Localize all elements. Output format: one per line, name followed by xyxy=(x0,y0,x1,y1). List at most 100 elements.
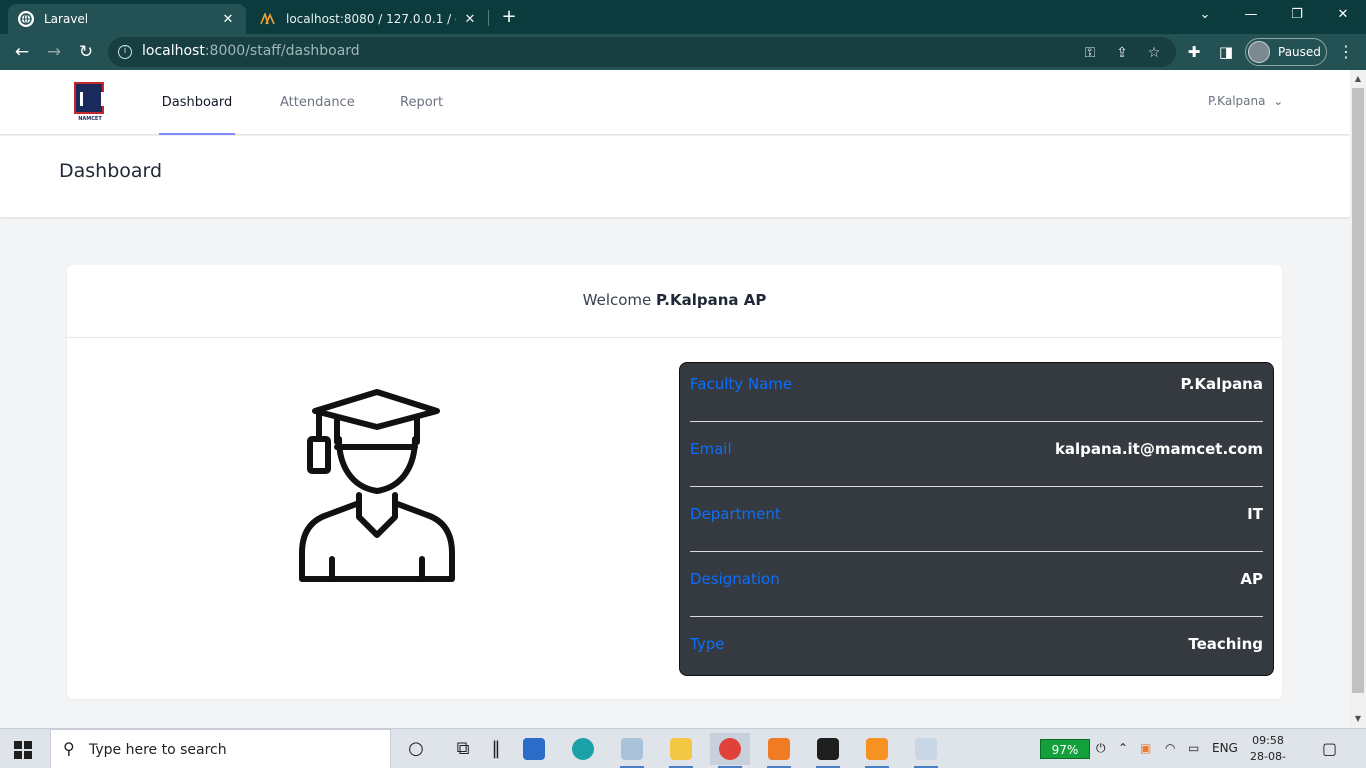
nav-report[interactable]: Report xyxy=(400,70,443,135)
logo-shield xyxy=(74,82,104,114)
search-placeholder: Type here to search xyxy=(89,742,227,758)
paint-icon[interactable] xyxy=(906,733,946,768)
menu-icon[interactable]: ⋮ xyxy=(1336,40,1356,64)
windows-taskbar: ⚲ Type here to search ○ ⧉ ‖ 97% ⏻ ⌃ ▣ ◠ … xyxy=(0,728,1366,768)
share-icon[interactable]: ⇪ xyxy=(1112,43,1132,63)
divider xyxy=(690,551,1263,552)
tab-title: localhost:8080 / 127.0.0.1 / erp | phpMy… xyxy=(286,12,456,26)
close-icon[interactable]: ✕ xyxy=(220,12,236,27)
welcome-header: Welcome P.Kalpana AP xyxy=(67,265,1282,338)
detail-label: Faculty Name xyxy=(690,375,793,393)
edge-icon[interactable] xyxy=(563,733,603,765)
windows-start-icon[interactable] xyxy=(14,741,32,759)
user-menu[interactable]: P.Kalpana ⌄ xyxy=(1208,94,1283,108)
detail-row-email: Email kalpana.it@mamcet.com xyxy=(690,428,1263,493)
detail-value: AP xyxy=(1240,570,1263,588)
taskbar-search[interactable]: ⚲ Type here to search xyxy=(50,729,391,768)
reload-icon[interactable]: ↻ xyxy=(74,40,98,64)
chevron-down-icon: ⌄ xyxy=(1273,94,1284,108)
detail-row-type: Type Teaching xyxy=(690,623,1263,688)
tab-phpmyadmin[interactable]: localhost:8080 / 127.0.0.1 / erp | phpMy… xyxy=(250,4,488,34)
clock-date: 28-08-2022 xyxy=(1250,750,1286,768)
forward-icon[interactable]: → xyxy=(42,40,66,64)
window-close-button[interactable]: ✕ xyxy=(1320,0,1366,30)
extensions-icon[interactable]: ✚ xyxy=(1182,40,1206,64)
star-icon[interactable]: ☆ xyxy=(1144,43,1164,63)
faculty-details-panel: Faculty Name P.Kalpana Email kalpana.it@… xyxy=(679,362,1274,676)
chrome-icon[interactable] xyxy=(710,733,750,768)
sidepanel-icon[interactable]: ◨ xyxy=(1214,40,1238,64)
xampp-icon[interactable] xyxy=(759,733,799,768)
nav-dashboard[interactable]: Dashboard xyxy=(159,70,235,135)
store-icon[interactable] xyxy=(514,733,554,765)
cortana-icon[interactable]: ○ xyxy=(396,733,436,765)
detail-value: kalpana.it@mamcet.com xyxy=(1054,440,1263,458)
notifications-icon[interactable]: ▢ xyxy=(1322,739,1337,758)
nav-attendance[interactable]: Attendance xyxy=(280,70,355,135)
xampp-tray-icon[interactable]: ▣ xyxy=(1140,741,1151,755)
battery-icon[interactable]: ▭ xyxy=(1188,741,1199,755)
detail-row-faculty-name: Faculty Name P.Kalpana xyxy=(690,363,1263,428)
system-clock[interactable]: 09:58 28-08-2022 xyxy=(1248,733,1288,768)
profile-status: Paused xyxy=(1278,45,1321,59)
back-icon[interactable]: ← xyxy=(10,40,34,64)
tab-search-icon[interactable]: ⌄ xyxy=(1182,0,1228,30)
language-indicator[interactable]: ENG xyxy=(1212,741,1238,755)
chevron-up-icon[interactable]: ⌃ xyxy=(1118,741,1128,755)
tab-title: Laravel xyxy=(44,12,89,26)
avatar xyxy=(1248,41,1270,63)
wifi-icon[interactable]: ◠ xyxy=(1165,741,1175,755)
address-bar[interactable]: i localhost:8000/staff/dashboard ⚿ ⇪ ☆ xyxy=(108,37,1176,67)
detail-label: Email xyxy=(690,440,732,458)
graduate-icon xyxy=(299,389,455,582)
browser-toolbar: ← → ↻ i localhost:8000/staff/dashboard ⚿… xyxy=(0,34,1366,70)
tab-laravel[interactable]: Laravel ✕ xyxy=(8,4,246,34)
photos-icon[interactable] xyxy=(612,733,652,768)
college-logo[interactable]: NAMCET xyxy=(74,82,106,126)
close-icon[interactable]: ✕ xyxy=(462,12,478,27)
sublime-icon[interactable] xyxy=(857,733,897,768)
welcome-card: Welcome P.Kalpana AP Faculty Name P.Kalp… xyxy=(67,265,1282,699)
page-title: Dashboard xyxy=(59,160,163,182)
divider xyxy=(690,421,1263,422)
clock-time: 09:58 xyxy=(1252,734,1284,747)
terminal-icon[interactable] xyxy=(808,733,848,768)
user-name: P.Kalpana xyxy=(1208,94,1266,108)
app-navbar: NAMCET Dashboard Attendance Report P.Kal… xyxy=(0,70,1350,135)
divider xyxy=(690,486,1263,487)
info-icon[interactable]: i xyxy=(118,45,132,59)
page-viewport: NAMCET Dashboard Attendance Report P.Kal… xyxy=(0,70,1350,728)
browser-tab-bar: Laravel ✕ localhost:8080 / 127.0.0.1 / e… xyxy=(0,0,1366,34)
page-header: Dashboard xyxy=(0,136,1350,217)
detail-value: IT xyxy=(1247,505,1263,523)
scroll-down-icon[interactable]: ▼ xyxy=(1353,714,1363,723)
divider xyxy=(690,616,1263,617)
profile-button[interactable]: Paused xyxy=(1245,38,1327,66)
detail-label: Type xyxy=(690,635,725,653)
logo-text: NAMCET xyxy=(78,116,102,122)
battery-indicator[interactable]: 97% xyxy=(1040,739,1090,759)
power-plug-icon[interactable]: ⏻ xyxy=(1096,741,1106,756)
scrollbar-thumb[interactable] xyxy=(1352,88,1364,693)
key-icon[interactable]: ⚿ xyxy=(1080,43,1100,63)
new-tab-button[interactable]: + xyxy=(498,6,520,28)
file-explorer-icon[interactable] xyxy=(661,733,701,768)
detail-label: Designation xyxy=(690,570,780,588)
phpmyadmin-icon xyxy=(260,11,276,27)
page-scrollbar[interactable]: ▲ ▼ xyxy=(1350,70,1366,728)
separator-icon: ‖ xyxy=(491,738,501,759)
detail-row-department: Department IT xyxy=(690,493,1263,558)
restore-button[interactable]: ❐ xyxy=(1274,0,1320,30)
search-icon: ⚲ xyxy=(63,739,75,758)
welcome-prefix: Welcome xyxy=(582,291,652,309)
minimize-button[interactable]: — xyxy=(1228,0,1274,30)
detail-value: P.Kalpana xyxy=(1180,375,1264,393)
tab-divider xyxy=(488,10,489,26)
detail-row-designation: Designation AP xyxy=(690,558,1263,623)
url-text[interactable]: localhost:8000/staff/dashboard xyxy=(142,43,360,59)
detail-value: Teaching xyxy=(1188,635,1263,653)
globe-icon xyxy=(18,11,34,27)
detail-label: Department xyxy=(690,505,781,523)
welcome-name: P.Kalpana AP xyxy=(656,291,767,309)
scroll-up-icon[interactable]: ▲ xyxy=(1353,74,1363,83)
